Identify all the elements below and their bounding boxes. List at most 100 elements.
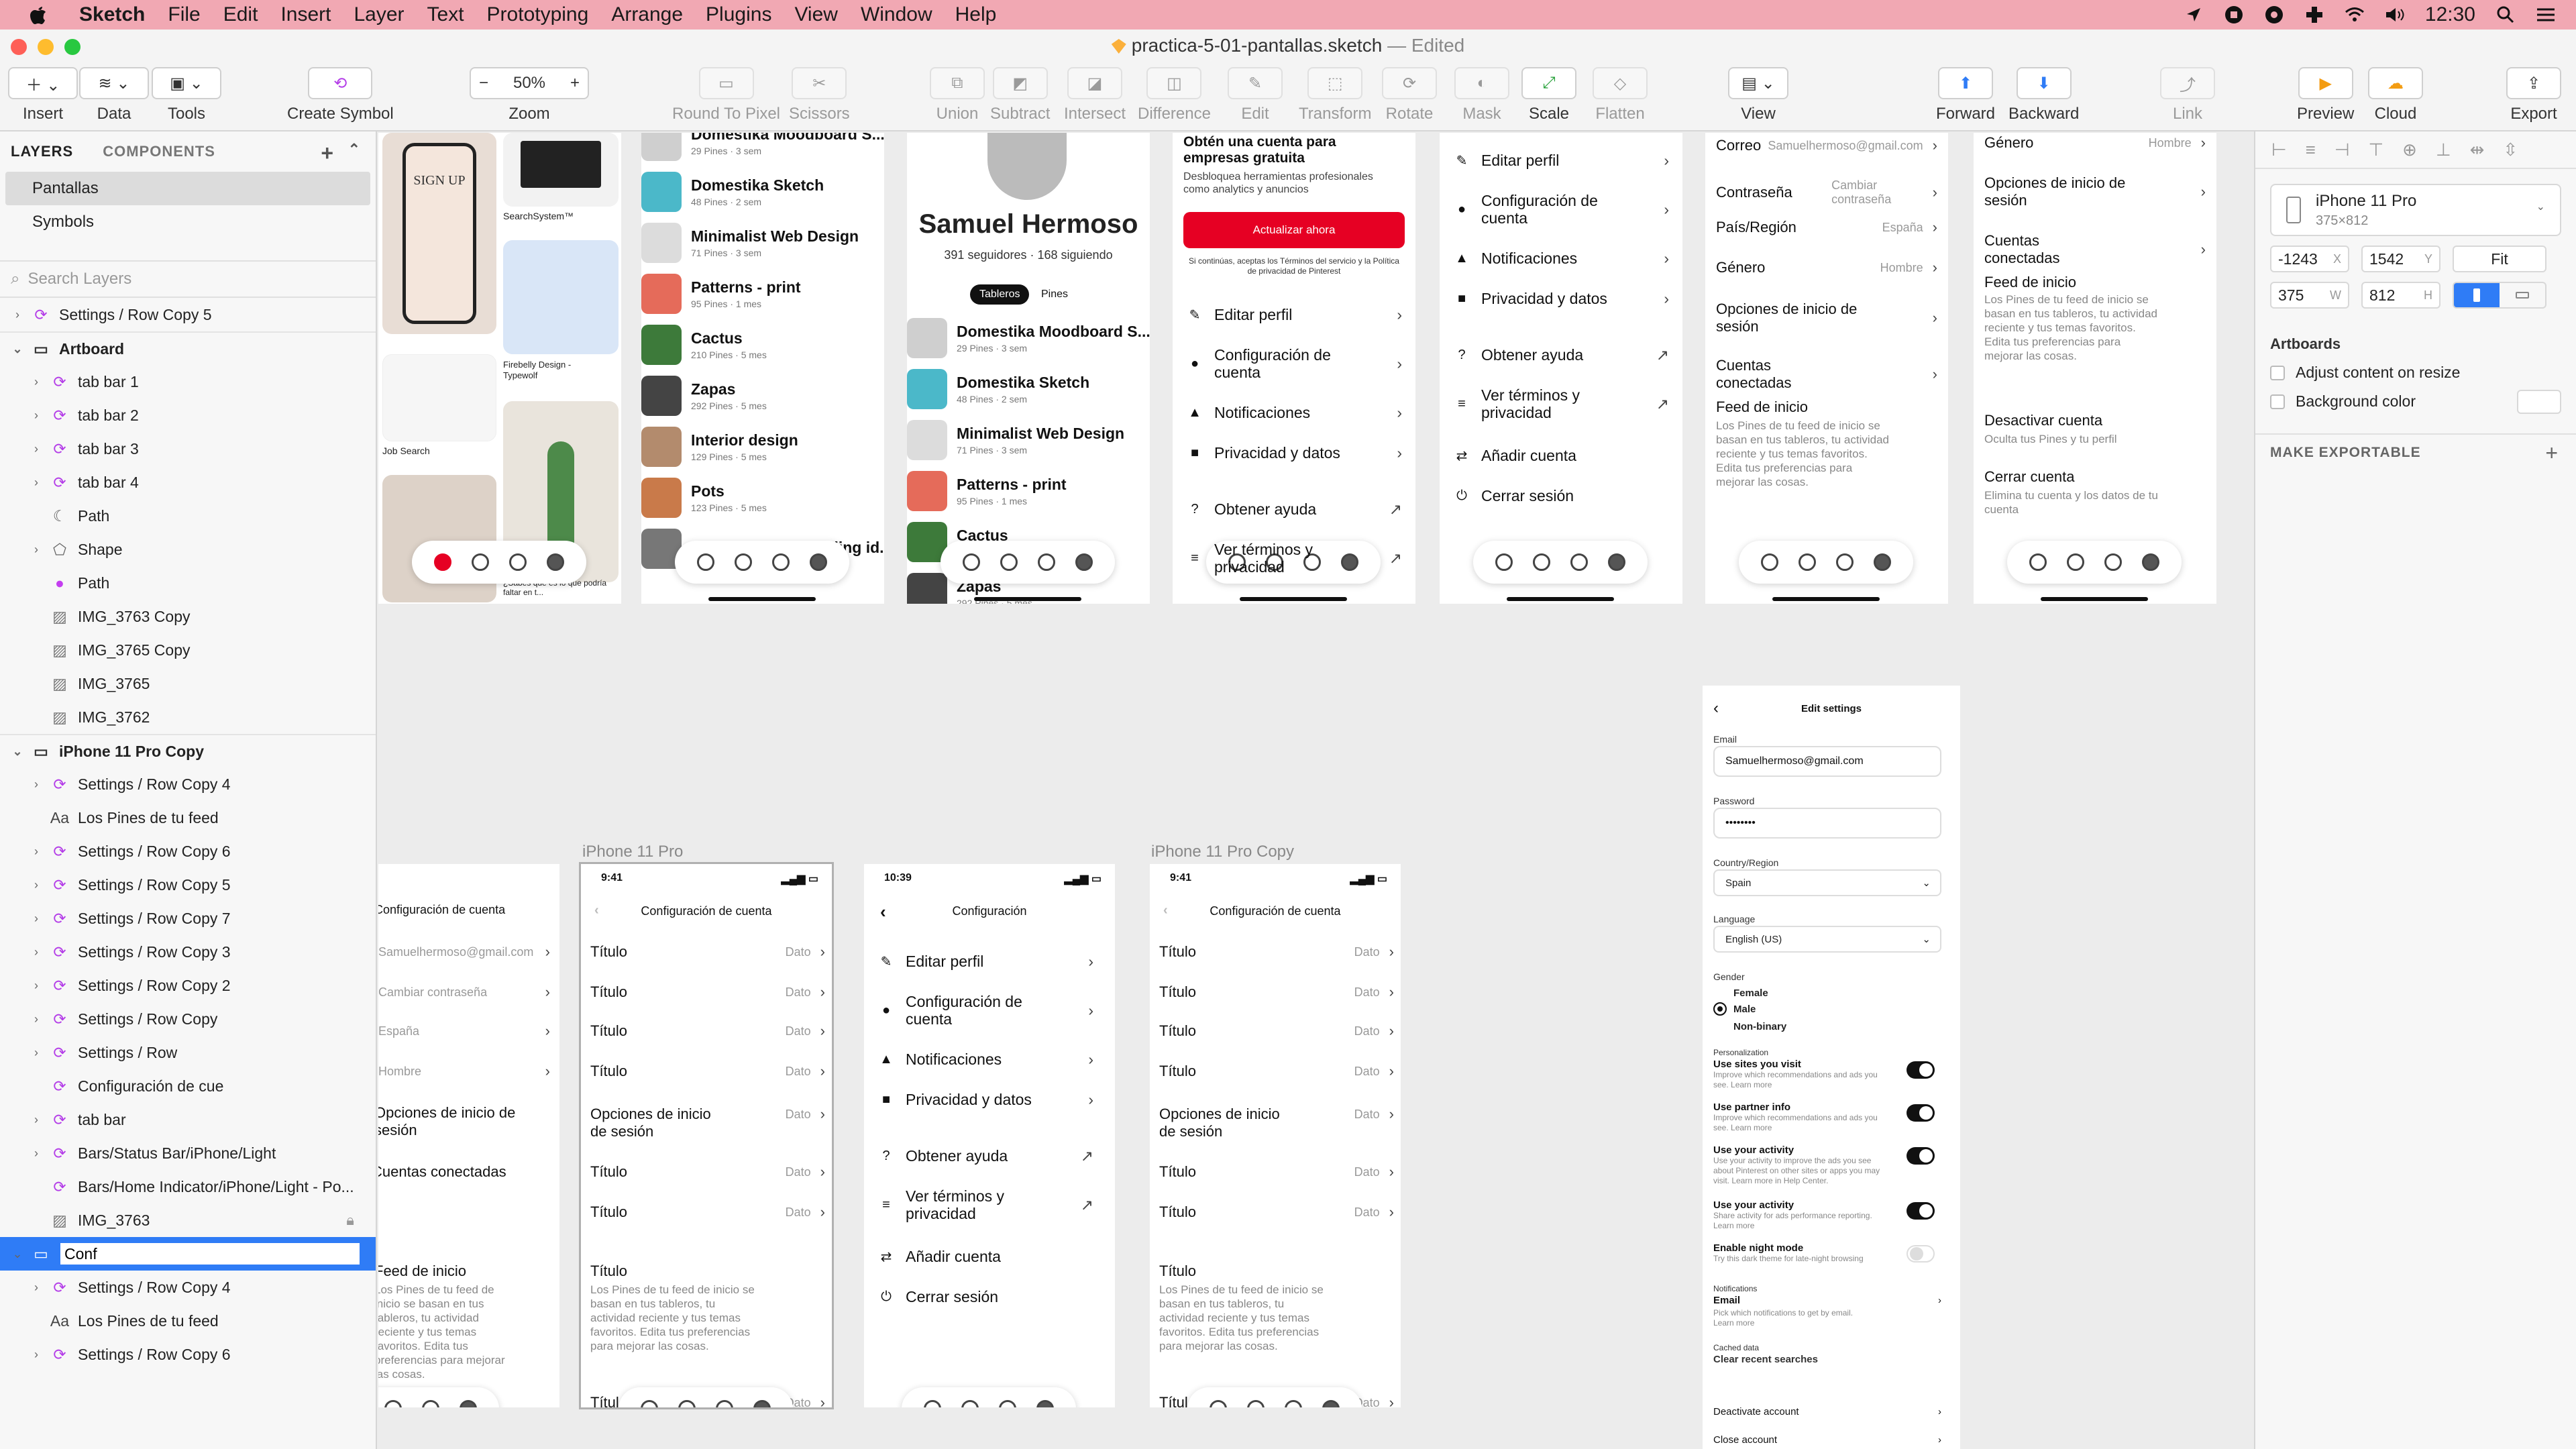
avatar[interactable] (460, 1400, 477, 1407)
menu-arrange[interactable]: Arrange (611, 3, 683, 26)
insert-button[interactable]: ＋ ⌄ Insert (8, 67, 78, 123)
view-button[interactable]: ▤ ⌄ View (1728, 67, 1788, 123)
spotlight-icon[interactable] (2496, 5, 2516, 25)
settings-row[interactable]: País/Región España › (1716, 219, 1937, 236)
avatar[interactable] (1036, 1400, 1054, 1407)
notif-email-row[interactable]: Email › (1713, 1295, 1941, 1306)
settings-row[interactable]: Samuelhermoso@gmail.com › (378, 943, 550, 961)
page-item-symbols[interactable]: Symbols (0, 205, 376, 239)
subtract-button[interactable]: ◩ Subtract (990, 67, 1050, 123)
add-export-icon[interactable]: + (2545, 441, 2559, 466)
board-row[interactable]: Minimalist Web Design 71 Pines · 3 sem (907, 420, 1124, 460)
align-left-icon[interactable]: ⊢ (2271, 140, 2287, 160)
artboard-menu[interactable]: ✎ Editar perfil › ● Configuración de cuenta ›… (1440, 133, 1682, 604)
avatar[interactable] (810, 553, 827, 571)
scale-button[interactable]: ⤢ Scale (1521, 67, 1576, 123)
rotate-button[interactable]: ⟳ Rotate (1382, 67, 1437, 123)
close-account-row[interactable]: Close account › (1713, 1434, 1941, 1446)
layer-row[interactable]: ⌄ ▭ (0, 1237, 376, 1271)
layer-row[interactable]: › ⟳ tab bar 3 (0, 432, 376, 466)
layer-row[interactable]: ▨ IMG_3763 🔒︎ (0, 1203, 376, 1237)
landscape-icon[interactable] (2500, 283, 2545, 307)
distribute-h-icon[interactable]: ⇹ (2470, 140, 2485, 160)
artboard-boards-list[interactable]: Domestika Moodboard S... 29 Pines · 3 sem… (641, 133, 884, 604)
layer-row[interactable]: ⟳ Configuración de cue (0, 1069, 376, 1103)
menu-item-notifications[interactable]: ▲ Notificaciones › (1453, 250, 1669, 268)
menu-view[interactable]: View (794, 3, 837, 26)
email-field[interactable]: Samuelhermoso@gmail.com (1713, 746, 1941, 777)
radio-male[interactable]: Male (1713, 1002, 1756, 1016)
chevron-down-icon[interactable]: ⌄ (9, 745, 25, 759)
layer-row[interactable]: › ⬠ Shape (0, 533, 376, 566)
template-row[interactable]: Título Dato › (590, 1063, 825, 1080)
align-middle-icon[interactable]: ⊕ (2402, 140, 2417, 160)
settings-row[interactable]: Género Hombre › (1984, 134, 2206, 152)
menu-sketch[interactable]: Sketch (79, 3, 145, 26)
layer-row[interactable]: › ⟳ tab bar 4 (0, 466, 376, 499)
adjust-content-checkbox[interactable]: Adjust content on resize (2270, 364, 2561, 382)
align-bottom-icon[interactable]: ⊥ (2436, 140, 2451, 160)
menu-item-help[interactable]: ? Obtener ayuda ↗ (1186, 500, 1402, 519)
layer-row[interactable]: › ⟳ tab bar (0, 1103, 376, 1136)
artboard-pin-grid[interactable]: SIGN UP SearchSystem™ Firebelly Design -… (378, 133, 621, 604)
align-top-icon[interactable]: ⊤ (2368, 140, 2383, 160)
chevron-right-icon[interactable]: › (28, 375, 44, 389)
board-row[interactable]: Domestika Sketch 48 Pines · 2 sem (641, 172, 824, 212)
search-icon[interactable] (961, 1400, 979, 1407)
template-row[interactable]: Título Dato › (1159, 1203, 1394, 1221)
link-button[interactable]: ⤴ Link (2160, 67, 2215, 123)
cloud-button[interactable]: ☁ Cloud (2368, 67, 2423, 123)
zoom-in-icon[interactable]: + (570, 74, 580, 93)
bell-icon[interactable] (1570, 553, 1588, 571)
radio-female[interactable]: Female (1713, 986, 1768, 1000)
menu-item-privacy[interactable]: ■ Privacidad y datos › (877, 1091, 1093, 1109)
menu-text[interactable]: Text (427, 3, 464, 26)
menu-item-account-settings[interactable]: ● Configuración de cuenta › (1453, 192, 1669, 227)
forward-button[interactable]: ⬆ Forward (1936, 67, 1995, 123)
avatar[interactable] (1608, 553, 1625, 571)
artboard-label-iphone-copy[interactable]: iPhone 11 Pro Copy (1151, 843, 1294, 861)
settings-row[interactable]: España › (378, 1022, 550, 1040)
chevron-right-icon[interactable]: › (28, 1113, 44, 1127)
template-row[interactable]: Título Dato › (590, 1203, 825, 1221)
artboard-edit-settings[interactable]: ‹ Edit settings Email Samuelhermoso@gmail.c… (1703, 686, 1960, 1449)
pinterest-icon[interactable] (697, 553, 714, 571)
layer-row[interactable]: ▨ IMG_3762 (0, 700, 376, 734)
search-icon[interactable] (2067, 553, 2084, 571)
search-icon[interactable] (1799, 553, 1816, 571)
avatar[interactable] (547, 553, 564, 571)
menu-file[interactable]: File (168, 3, 200, 26)
avatar[interactable] (1322, 1400, 1340, 1407)
toggle-switch[interactable] (1907, 1245, 1935, 1263)
settings-row[interactable]: Cambiar contraseña › (378, 983, 550, 1001)
wifi-icon[interactable] (2345, 5, 2365, 25)
color-swatch[interactable] (2517, 389, 2561, 414)
board-row[interactable]: Minimalist Web Design 71 Pines · 3 sem (641, 223, 859, 263)
settings-row[interactable]: Correo Samuelhermoso@gmail.com › (1716, 137, 1937, 154)
chevron-right-icon[interactable]: › (28, 878, 44, 892)
chevron-right-icon[interactable]: › (28, 1046, 44, 1060)
template-row[interactable]: Título Dato › (1159, 983, 1394, 1001)
bell-icon[interactable] (772, 553, 790, 571)
template-row[interactable]: Título Dato › (1159, 1022, 1394, 1040)
chevron-right-icon[interactable]: › (28, 442, 44, 456)
chevron-right-icon[interactable]: › (28, 979, 44, 993)
menu-item-privacy[interactable]: ■ Privacidad y datos › (1186, 444, 1402, 462)
settings-row[interactable]: Cuentas conectadas › (1984, 232, 2206, 267)
layer-row[interactable]: ▨ IMG_3765 (0, 667, 376, 700)
template-row[interactable]: Título Dato › (590, 943, 825, 961)
layer-row[interactable]: ⟳ Bars/Home Indicator/iPhone/Light - Po..… (0, 1170, 376, 1203)
avatar[interactable] (753, 1400, 771, 1407)
menu-item-notifications[interactable]: ▲ Notificaciones › (877, 1051, 1093, 1069)
pinterest-icon[interactable] (963, 553, 980, 571)
search-icon[interactable] (678, 1400, 696, 1407)
toggle-switch[interactable] (1907, 1104, 1935, 1122)
toggle-switch[interactable] (1907, 1061, 1935, 1079)
layer-row[interactable]: › ⟳ Settings / Row Copy 2 (0, 969, 376, 1002)
bell-icon[interactable] (716, 1400, 733, 1407)
search-layers[interactable]: ⌕ Search Layers (0, 260, 376, 298)
avatar[interactable] (1874, 553, 1891, 571)
menu-item-help[interactable]: ? Obtener ayuda ↗ (877, 1147, 1093, 1165)
chevron-right-icon[interactable]: › (28, 476, 44, 490)
bell-icon[interactable] (1038, 553, 1055, 571)
